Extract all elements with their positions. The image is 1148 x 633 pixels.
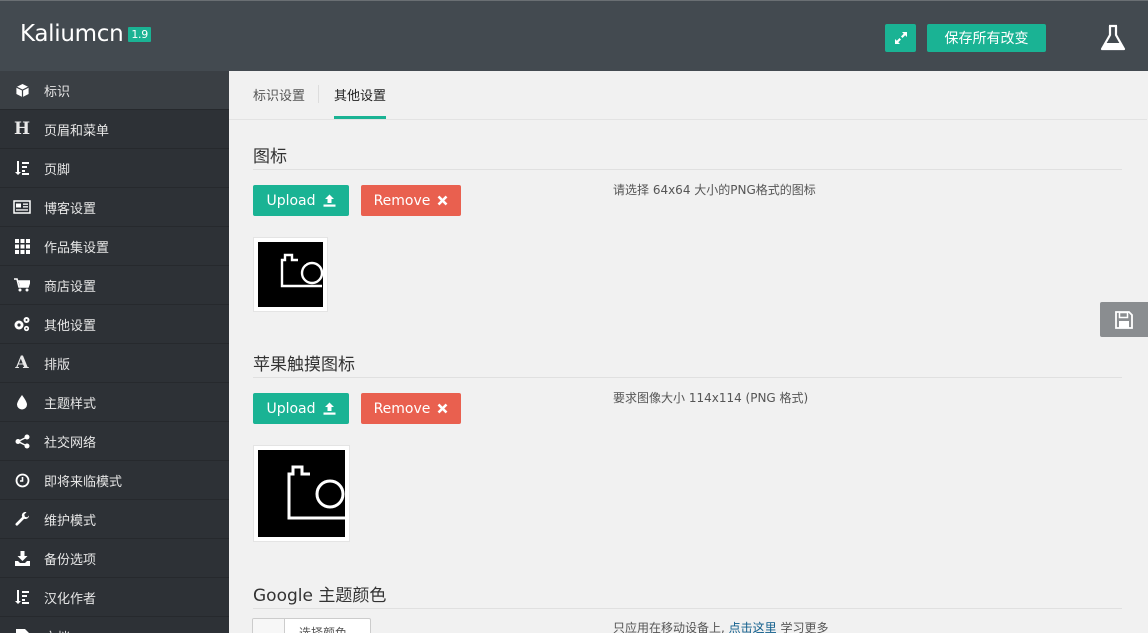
download-icon — [0, 550, 44, 566]
favicon-remove-button[interactable]: Remove — [361, 185, 461, 216]
sidebar-item-label: 商店设置 — [44, 279, 97, 295]
sidebar-item-coming-soon[interactable]: 即将来临模式 — [0, 461, 229, 500]
sidebar-item-footer[interactable]: 页脚 — [0, 149, 229, 188]
sidebar-item-maintenance[interactable]: 维护模式 — [0, 500, 229, 539]
sidebar-item-docs[interactable]: 文档 — [0, 617, 229, 633]
sidebar-item-shop[interactable]: 商店设置 — [0, 266, 229, 305]
sidebar-item-other[interactable]: 其他设置 — [0, 305, 229, 344]
sidebar-item-portfolio[interactable]: 作品集设置 — [0, 227, 229, 266]
color-picker-label: 选择颜色 — [299, 626, 348, 633]
sidebar-item-label: 即将来临模式 — [44, 474, 123, 490]
section-divider — [253, 608, 1122, 609]
drop-icon — [0, 394, 44, 410]
share-icon — [0, 434, 44, 449]
favicon-hint: 请选择 64x64 大小的PNG格式的图标 — [613, 183, 816, 197]
section-divider — [253, 169, 1122, 170]
sidebar-item-label: 博客设置 — [44, 201, 97, 217]
sidebar-item-label: 维护模式 — [44, 513, 97, 529]
sidebar-item-header-menu[interactable]: H 页眉和菜单 — [0, 110, 229, 149]
sidebar-item-theme-style[interactable]: 主题样式 — [0, 383, 229, 422]
cart-icon — [0, 278, 44, 292]
sidebar-item-backup[interactable]: 备份选项 — [0, 539, 229, 578]
favicon-image — [258, 242, 323, 307]
floppy-disk-icon — [1115, 310, 1133, 329]
top-bar: Kaliumcn 1.9 保存所有改变 — [0, 0, 1148, 71]
clock-icon — [0, 473, 44, 488]
tab-divider — [318, 85, 319, 103]
upload-icon — [323, 194, 336, 207]
sidebar-item-logo[interactable]: 标识 — [0, 71, 229, 110]
close-icon — [437, 403, 448, 414]
section-divider — [253, 377, 1122, 378]
color-picker-button[interactable]: 选择颜色 — [252, 618, 371, 633]
sidebar-item-label: 排版 — [44, 357, 71, 373]
sidebar-item-label: 页眉和菜单 — [44, 123, 110, 139]
floating-save-button[interactable] — [1100, 302, 1148, 337]
sort-down-icon — [0, 589, 44, 605]
sidebar-item-label: 主题样式 — [44, 396, 97, 412]
sidebar-item-label: 页脚 — [44, 162, 71, 178]
main-panel: 标识设置 其他设置 图标 Upload Remove 请选择 64x64 大小的… — [229, 71, 1147, 633]
apple-preview — [253, 445, 350, 542]
sidebar-item-label: 备份选项 — [44, 552, 97, 568]
version-badge: 1.9 — [128, 27, 151, 42]
font-icon: A — [15, 353, 29, 373]
apple-hint: 要求图像大小 114x114 (PNG 格式) — [613, 391, 809, 405]
save-all-button[interactable]: 保存所有改变 — [927, 24, 1046, 52]
google-hint: 只应用在移动设备上, 点击这里 学习更多 — [613, 619, 828, 633]
brand: Kaliumcn 1.9 — [20, 21, 151, 47]
remove-label: Remove — [373, 192, 431, 209]
apple-section-title: 苹果触摸图标 — [253, 355, 355, 375]
sidebar-item-label: 文档 — [44, 627, 70, 633]
cube-icon — [0, 83, 44, 98]
sidebar-item-label: 社交网络 — [44, 435, 97, 451]
upload-label: Upload — [266, 400, 316, 417]
header-icon: H — [13, 119, 31, 139]
sidebar-item-typography[interactable]: A 排版 — [0, 344, 229, 383]
expand-icon — [894, 32, 907, 44]
tab-bar: 标识设置 其他设置 — [229, 71, 1147, 119]
expand-button[interactable] — [885, 24, 916, 52]
upload-label: Upload — [266, 192, 316, 209]
sidebar-item-blog[interactable]: 博客设置 — [0, 188, 229, 227]
google-hint-text: 只应用在移动设备上, — [613, 621, 729, 633]
sort-down-icon — [0, 160, 44, 176]
sidebar-item-label: 作品集设置 — [44, 240, 110, 256]
color-swatch — [253, 619, 285, 633]
google-section-title: Google 主题颜色 — [253, 586, 387, 606]
doc-icon — [0, 628, 44, 633]
tab-logo-settings[interactable]: 标识设置 — [253, 85, 305, 104]
sidebar-item-social[interactable]: 社交网络 — [0, 422, 229, 461]
sidebar-item-label: 汉化作者 — [44, 591, 97, 607]
apple-upload-button[interactable]: Upload — [253, 393, 349, 424]
apple-remove-button[interactable]: Remove — [361, 393, 461, 424]
google-hint-tail: 学习更多 — [776, 621, 829, 633]
wrench-icon — [0, 511, 44, 527]
sidebar-item-label: 标识 — [44, 84, 71, 100]
upload-icon — [323, 402, 336, 415]
sidebar: 标识 H 页眉和菜单 页脚 博客设置 作品集设置 商店设置 其他设置 A 排版 … — [0, 71, 229, 633]
learn-more-link[interactable]: 点击这里 — [729, 621, 777, 633]
favicon-upload-button[interactable]: Upload — [253, 185, 349, 216]
newspaper-icon — [0, 200, 44, 214]
brand-name: Kaliumcn — [20, 21, 124, 47]
grid-icon — [0, 238, 44, 254]
remove-label: Remove — [373, 400, 431, 417]
tab-border — [229, 119, 1147, 120]
close-icon — [437, 195, 448, 206]
favicon-section-title: 图标 — [253, 147, 287, 167]
tab-other-settings[interactable]: 其他设置 — [334, 85, 386, 104]
sidebar-item-label: 其他设置 — [44, 318, 97, 334]
apple-image — [258, 450, 345, 537]
flask-icon[interactable] — [1098, 23, 1128, 53]
favicon-preview — [253, 237, 328, 312]
sidebar-item-translator[interactable]: 汉化作者 — [0, 578, 229, 617]
gears-icon — [0, 316, 44, 332]
